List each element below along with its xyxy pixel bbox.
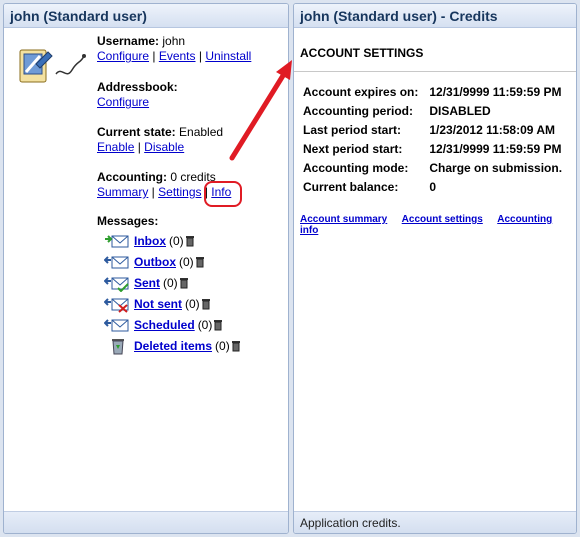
setting-value: DISABLED <box>429 103 491 118</box>
setting-key: Accounting mode: <box>303 160 409 175</box>
setting-value: 12/31/9999 11:59:59 PM <box>429 84 562 99</box>
table-row: Accounting mode: Charge on submission. <box>300 158 565 177</box>
credits-panel-title: john (Standard user) - Credits <box>294 4 576 28</box>
addressbook-section: Addressbook: Configure <box>97 80 178 110</box>
table-row: Account expires on: 12/31/9999 11:59:59 P… <box>300 82 565 101</box>
inbox-icon <box>105 235 129 248</box>
username-value: john <box>162 34 186 48</box>
message-folder-outbox[interactable]: Outbox (0) <box>104 252 205 272</box>
accounting-settings-link[interactable]: Settings <box>158 185 201 199</box>
disable-link[interactable]: Disable <box>144 140 184 154</box>
scheduled-count: (0) <box>197 318 213 332</box>
setting-key: Account expires on: <box>303 84 419 99</box>
message-folder-deleted-items[interactable]: Deleted items (0) <box>104 336 241 356</box>
not-sent-link[interactable]: Not sent <box>134 297 182 311</box>
setting-key: Accounting period: <box>303 103 413 118</box>
setting-key: Next period start: <box>303 141 403 156</box>
deleted-items-count: (0) <box>215 339 230 353</box>
trash-icon[interactable] <box>201 298 211 310</box>
username-uninstall-link[interactable]: Uninstall <box>205 49 251 63</box>
addressbook-label: Addressbook: <box>97 80 178 94</box>
table-row: Current balance: 0 <box>300 177 565 196</box>
current-state-section: Current state: Enabled Enable | Disable <box>97 125 224 154</box>
trash-icon[interactable] <box>185 235 195 247</box>
scheduled-icon <box>104 319 129 332</box>
table-row: Accounting period: DISABLED <box>300 101 565 120</box>
messages-label: Messages: <box>97 214 159 228</box>
username-events-link[interactable]: Events <box>159 49 196 63</box>
message-folder-not-sent[interactable]: Not sent (0) <box>104 294 211 314</box>
inbox-count: (0) <box>169 234 184 248</box>
sent-count: (0) <box>163 276 178 290</box>
account-settings-table: Account expires on: 12/31/9999 11:59:59 P… <box>300 82 565 196</box>
account-settings-heading: ACCOUNT SETTINGS <box>300 46 424 60</box>
message-folder-scheduled[interactable]: Scheduled (0) <box>104 315 223 335</box>
not-sent-icon <box>104 298 129 313</box>
recycle-bin-icon <box>112 339 124 355</box>
current-state-label: Current state: <box>97 125 176 139</box>
message-folder-sent[interactable]: Sent (0) <box>104 273 189 293</box>
username-label: Username: <box>97 34 160 48</box>
current-state-value: Enabled <box>179 125 224 139</box>
message-folder-inbox[interactable]: Inbox (0) <box>104 231 195 251</box>
highlight-ring <box>204 181 242 207</box>
user-panel-footer <box>4 511 288 533</box>
not-sent-count: (0) <box>185 297 200 311</box>
sent-link[interactable]: Sent <box>134 276 160 290</box>
table-row: Next period start: 12/31/9999 11:59:59 PM <box>300 139 565 158</box>
inbox-link[interactable]: Inbox <box>134 234 166 248</box>
credits-panel: john (Standard user) - Credits ACCOUNT S… <box>293 3 577 534</box>
setting-value: 1/23/2012 11:58:09 AM <box>429 122 556 137</box>
credits-panel-footer: Application credits. <box>294 511 576 533</box>
outbox-link[interactable]: Outbox <box>134 255 176 269</box>
divider <box>294 71 576 72</box>
sent-icon <box>104 277 129 292</box>
setting-key: Current balance: <box>303 179 399 194</box>
username-section: Username: john Configure | Events | Unin… <box>97 34 252 63</box>
trash-icon[interactable] <box>195 256 205 268</box>
user-panel-title: john (Standard user) <box>4 4 288 28</box>
account-settings-link[interactable]: Account settings <box>402 214 483 225</box>
setting-value: 12/31/9999 11:59:59 PM <box>429 141 562 156</box>
setting-key: Last period start: <box>303 122 402 137</box>
account-summary-link[interactable]: Account summary <box>300 214 387 225</box>
outbox-icon <box>104 256 129 269</box>
user-account-icon <box>19 49 86 83</box>
trash-icon[interactable] <box>213 319 223 331</box>
accounting-label: Accounting: <box>97 170 167 184</box>
setting-value: 0 <box>429 179 437 194</box>
scheduled-link[interactable]: Scheduled <box>134 318 195 332</box>
enable-link[interactable]: Enable <box>97 140 134 154</box>
table-row: Last period start: 1/23/2012 11:58:09 AM <box>300 120 565 139</box>
credits-links: Account summary Account settings Account… <box>300 214 576 236</box>
user-panel: john (Standard user) Username: john Conf… <box>3 3 289 534</box>
trash-icon[interactable] <box>231 340 241 352</box>
outbox-count: (0) <box>179 255 194 269</box>
setting-value: Charge on submission. <box>429 160 563 175</box>
trash-icon[interactable] <box>179 277 189 289</box>
username-configure-link[interactable]: Configure <box>97 49 149 63</box>
deleted-items-link[interactable]: Deleted items <box>134 339 212 353</box>
accounting-summary-link[interactable]: Summary <box>97 185 148 199</box>
addressbook-configure-link[interactable]: Configure <box>97 95 149 109</box>
